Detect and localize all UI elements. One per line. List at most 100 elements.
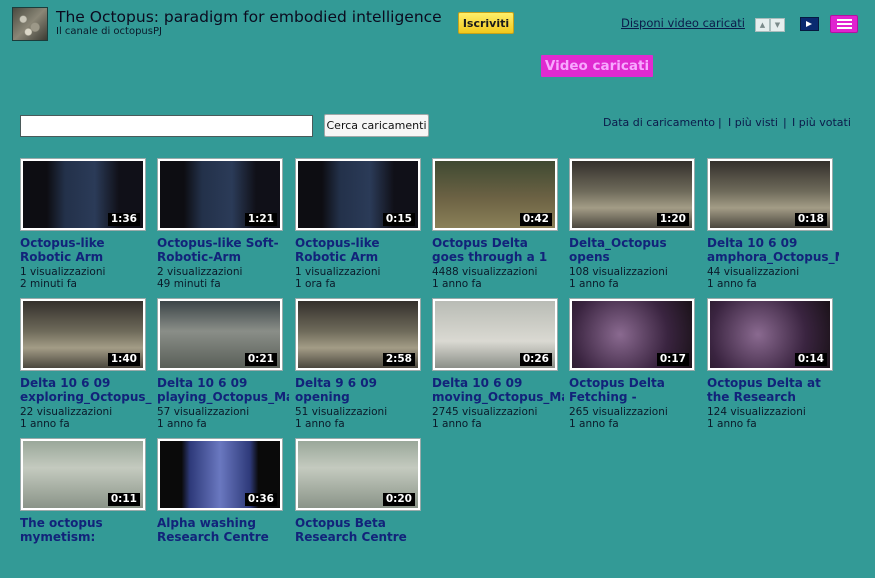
video-title-link[interactable]: Delta 10 6 09 moving_Octopus_Mar	[432, 376, 564, 404]
video-view-count: 57 visualizzazioni	[157, 406, 250, 418]
video-duration: 0:15	[382, 213, 415, 226]
video-view-count: 1 visualizzazioni	[20, 266, 106, 278]
video-upload-age: 1 anno fa	[295, 418, 345, 430]
video-title-link[interactable]: Delta 9 6 09 opening Jar_Octopus_Marine	[295, 376, 427, 404]
arrange-uploads-link[interactable]: Disponi video caricati	[621, 16, 745, 30]
video-view-count: 51 visualizzazioni	[295, 406, 388, 418]
video-thumbnail[interactable]: 0:20	[295, 438, 421, 511]
video-upload-age: 1 anno fa	[707, 278, 757, 290]
uploads-tab[interactable]: Video caricati	[541, 55, 653, 77]
video-item[interactable]: 0:14 Octopus Delta at the Research Centre…	[707, 298, 837, 438]
video-duration: 1:36	[107, 213, 140, 226]
video-thumbnail[interactable]: 1:40	[20, 298, 146, 371]
video-upload-age: 1 ora fa	[295, 278, 336, 290]
video-view-count: 265 visualizzazioni	[569, 406, 668, 418]
video-item[interactable]: 1:36 Octopus-like Robotic Arm playing and…	[20, 158, 150, 298]
video-upload-age: 1 anno fa	[157, 418, 207, 430]
video-thumbnail[interactable]: 0:17	[569, 298, 695, 371]
video-item[interactable]: 0:17 Octopus Delta Fetching - Research 265…	[569, 298, 699, 438]
arrow-down-icon[interactable]: ▼	[770, 18, 785, 32]
video-duration: 0:20	[382, 493, 415, 506]
video-duration: 1:20	[656, 213, 689, 226]
channel-title: The Octopus: paradigm for embodied intel…	[56, 8, 442, 26]
video-thumbnail[interactable]: 0:15	[295, 158, 421, 231]
video-item[interactable]: 0:36 Alpha washing Research Centre on	[157, 438, 287, 578]
sort-by-date-link[interactable]: Data di caricamento	[603, 116, 715, 129]
video-title-link[interactable]: Octopus-like Soft-Robotic-Arm	[157, 236, 289, 264]
sort-separator: |	[718, 116, 722, 129]
video-thumbnail[interactable]: 0:21	[157, 298, 283, 371]
video-thumbnail[interactable]: 0:42	[432, 158, 558, 231]
video-duration: 0:36	[244, 493, 277, 506]
video-duration: 0:26	[519, 353, 552, 366]
video-item[interactable]: 0:11 The octopus mymetism: octopus	[20, 438, 150, 578]
video-thumbnail[interactable]: 0:18	[707, 158, 833, 231]
player-view-icon[interactable]	[800, 17, 819, 31]
search-uploads-button[interactable]: Cerca caricamenti	[324, 114, 429, 137]
video-duration: 0:17	[656, 353, 689, 366]
video-view-count: 124 visualizzazioni	[707, 406, 806, 418]
video-view-count: 1 visualizzazioni	[295, 266, 381, 278]
video-thumbnail[interactable]: 2:58	[295, 298, 421, 371]
video-item[interactable]: 2:58 Delta 9 6 09 opening Jar_Octopus_Mar…	[295, 298, 425, 438]
video-item[interactable]: 1:21 Octopus-like Soft-Robotic-Arm 2 visua…	[157, 158, 287, 298]
video-duration: 1:21	[244, 213, 277, 226]
video-duration: 0:21	[244, 353, 277, 366]
video-title-link[interactable]: Delta 10 6 09 playing_Octopus_Mar	[157, 376, 289, 404]
subscribe-button[interactable]: Iscriviti	[458, 12, 514, 34]
video-duration: 2:58	[382, 353, 415, 366]
video-duration: 0:14	[794, 353, 827, 366]
video-item[interactable]: 1:40 Delta 10 6 09 exploring_Octopus_M 22 …	[20, 298, 152, 438]
channel-subtitle: Il canale di octopusPJ	[56, 26, 162, 37]
video-title-link[interactable]: Octopus-like Robotic Arm playing and	[20, 236, 152, 264]
video-upload-age: 1 anno fa	[432, 418, 482, 430]
video-duration: 0:42	[519, 213, 552, 226]
arrow-up-icon[interactable]: ▲	[755, 18, 770, 32]
video-upload-age: 1 anno fa	[569, 418, 619, 430]
video-title-link[interactable]: Delta 10 6 09 exploring_Octopus_M	[20, 376, 152, 404]
video-item[interactable]: 0:15 Octopus-like Robotic Arm grasping Hu…	[295, 158, 425, 298]
video-duration: 1:40	[107, 353, 140, 366]
video-view-count: 44 visualizzazioni	[707, 266, 800, 278]
video-item[interactable]: 0:20 Octopus Beta Research Centre on	[295, 438, 425, 578]
video-item[interactable]: 0:42 Octopus Delta goes through a 1 cm 448…	[432, 158, 562, 298]
video-view-count: 2745 visualizzazioni	[432, 406, 538, 418]
sort-separator: |	[783, 116, 787, 129]
video-thumbnail[interactable]: 1:20	[569, 158, 695, 231]
video-title-link[interactable]: Delta_Octopus opens Jarll_Research	[569, 236, 701, 264]
grid-view-icon[interactable]	[830, 15, 858, 33]
video-view-count: 108 visualizzazioni	[569, 266, 668, 278]
video-thumbnail[interactable]: 1:21	[157, 158, 283, 231]
video-upload-age: 2 minuti fa	[20, 278, 77, 290]
video-duration: 0:18	[794, 213, 827, 226]
video-title-link[interactable]: The octopus mymetism: octopus	[20, 516, 152, 544]
video-title-link[interactable]: Delta 10 6 09 amphora_Octopus_M	[707, 236, 839, 264]
sort-most-viewed-link[interactable]: I più visti	[728, 116, 778, 129]
video-view-count: 22 visualizzazioni	[20, 406, 113, 418]
video-title-link[interactable]: Octopus Delta at the Research Centre on	[707, 376, 839, 404]
video-item[interactable]: 0:26 Delta 10 6 09 moving_Octopus_Mar 2745…	[432, 298, 564, 438]
video-thumbnail[interactable]: 0:26	[432, 298, 558, 371]
video-upload-age: 1 anno fa	[707, 418, 757, 430]
video-item[interactable]: 0:18 Delta 10 6 09 amphora_Octopus_M 44 vi…	[707, 158, 839, 298]
video-upload-age: 1 anno fa	[20, 418, 70, 430]
video-thumbnail[interactable]: 0:11	[20, 438, 146, 511]
video-title-link[interactable]: Octopus-like Robotic Arm grasping Human	[295, 236, 427, 264]
video-title-link[interactable]: Octopus Beta Research Centre on	[295, 516, 427, 544]
video-item[interactable]: 0:21 Delta 10 6 09 playing_Octopus_Mar 57 …	[157, 298, 289, 438]
sort-top-rated-link[interactable]: I più votati	[792, 116, 851, 129]
video-thumbnail[interactable]: 1:36	[20, 158, 146, 231]
video-view-count: 2 visualizzazioni	[157, 266, 243, 278]
video-title-link[interactable]: Octopus Delta Fetching - Research	[569, 376, 701, 404]
video-upload-age: 1 anno fa	[569, 278, 619, 290]
video-item[interactable]: 1:20 Delta_Octopus opens Jarll_Research 10…	[569, 158, 699, 298]
video-thumbnail[interactable]: 0:36	[157, 438, 283, 511]
video-title-link[interactable]: Alpha washing Research Centre on	[157, 516, 289, 544]
search-input[interactable]	[20, 115, 313, 137]
video-thumbnail[interactable]: 0:14	[707, 298, 833, 371]
video-upload-age: 49 minuti fa	[157, 278, 221, 290]
video-title-link[interactable]: Octopus Delta goes through a 1 cm	[432, 236, 564, 264]
video-duration: 0:11	[107, 493, 140, 506]
channel-avatar[interactable]	[12, 7, 48, 41]
video-upload-age: 1 anno fa	[432, 278, 482, 290]
